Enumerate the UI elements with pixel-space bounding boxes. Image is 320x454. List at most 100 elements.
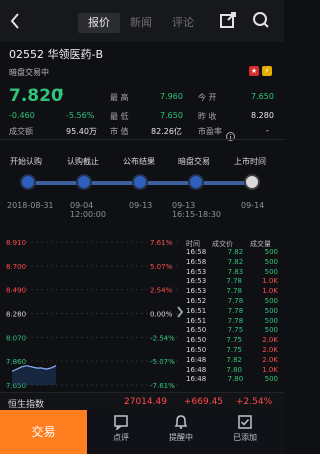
- trade-volume: 500: [264, 316, 278, 325]
- added-button[interactable]: 已添加: [222, 414, 268, 443]
- bell-icon: [173, 414, 189, 430]
- share-icon[interactable]: [219, 11, 237, 29]
- trade-list: 16:58 7.82 500 16:58 7.82 500 16:53 7.83 500 16:5…: [186, 248, 278, 388]
- trade-time: 16:50: [186, 326, 207, 335]
- trade-price: 7.75: [226, 336, 243, 345]
- ipo-step-dot-3: [134, 176, 146, 188]
- y-tick-label: 8.700: [6, 263, 26, 271]
- low-value: 7.650: [160, 111, 183, 120]
- low-label: 最 低: [110, 112, 129, 121]
- ipo-step-date-2: 09-04 12:00:00: [70, 201, 106, 219]
- market-cap-value: 82.26亿: [151, 127, 182, 136]
- trade-row: 16:48 7.80 1.0K: [186, 366, 278, 376]
- trade-price: 7.82: [227, 257, 244, 266]
- trade-price: 7.78: [227, 306, 244, 315]
- trade-row: 16:48 7.80 500: [186, 375, 278, 385]
- expand-chevron-icon[interactable]: [176, 304, 184, 318]
- pct-tick-label: 2.54%: [150, 287, 173, 295]
- ipo-step-label-2: 认购截止: [67, 157, 99, 166]
- y-tick-label: 8.490: [6, 287, 26, 295]
- pct-tick-label: 0.00%: [150, 311, 173, 319]
- trade-volume: 2.0K: [262, 346, 278, 354]
- comment-button[interactable]: 点评: [98, 414, 144, 443]
- trading-status: 暗盘交易中: [9, 68, 49, 77]
- trade-time: 16:58: [186, 248, 207, 256]
- y-tick-label: 8.280: [6, 311, 26, 319]
- intraday-chart[interactable]: 8.910 7.61% 8.700 5.07% 8.490 2.54% 8.280 0.00%…: [4, 236, 180, 391]
- price-change: -0.460: [9, 111, 35, 120]
- trade-price: 7.78: [227, 316, 244, 325]
- trade-volume: 500: [264, 297, 278, 305]
- trade-time: 16:48: [186, 365, 207, 374]
- trade-row: 16:50 7.75 2.0K: [186, 346, 278, 356]
- pct-tick-label: -2.54%: [150, 334, 175, 342]
- market-cap-label: 市 值: [110, 127, 129, 136]
- trade-volume: 500: [264, 375, 278, 384]
- trade-volume: 1.0K: [262, 277, 278, 286]
- last-price: 7.820: [9, 86, 63, 106]
- ipo-step-date-4: 09-13 16:15-18:30: [172, 201, 221, 219]
- trade-time: 16:50: [186, 346, 207, 354]
- reminder-button[interactable]: 提醒中: [158, 414, 204, 443]
- reminder-label: 提醒中: [169, 433, 193, 442]
- y-tick-label: 8.910: [6, 239, 26, 247]
- ipo-step-dot-4: [190, 176, 202, 188]
- trade-row: 16:50 7.75 2.0K: [186, 336, 278, 346]
- trade-time: 16:53: [186, 267, 207, 276]
- trade-row: 16:52 7.78 500: [186, 297, 278, 307]
- chart-svg: 8.910 7.61% 8.700 5.07% 8.490 2.54% 8.280 0.00%…: [6, 239, 178, 390]
- trade-price: 7.80: [227, 375, 244, 384]
- ipo-step-label-5: 上市时间: [234, 157, 266, 166]
- ipo-step-date-1: 2018-08-31: [7, 201, 54, 210]
- trade-button[interactable]: 交易: [0, 410, 87, 454]
- trade-time: 16:48: [186, 375, 207, 384]
- divider: [0, 139, 284, 140]
- ipo-step-date-3: 09-13: [129, 201, 153, 210]
- trade-row: 16:53 7.78 1.0K: [186, 277, 278, 287]
- down-arrow-icon: ⬇: [57, 88, 66, 99]
- pe-value: -: [266, 126, 269, 135]
- trade-row: 16:48 7.82 2.0K: [186, 356, 278, 366]
- comment-icon: [113, 414, 129, 432]
- hk-flag-badge: ★: [249, 66, 259, 76]
- trade-time: 16:50: [186, 336, 207, 345]
- chevron-left-icon[interactable]: [10, 12, 20, 30]
- trade-row: 16:58 7.82 500: [186, 258, 278, 268]
- trade-time: 16:53: [186, 287, 207, 296]
- trade-price: 7.82: [226, 355, 243, 364]
- topbar: 报价 新闻 评论: [0, 0, 284, 42]
- pe-label: 市盈率: [198, 127, 222, 136]
- y-tick-label: 8.070: [6, 334, 26, 342]
- tabs: 报价 新闻 评论: [78, 13, 204, 33]
- ipo-step-label-3: 公布结果: [123, 157, 155, 166]
- index-label: 恒生指数: [8, 400, 45, 410]
- pct-tick-label: -5.07%: [150, 358, 175, 366]
- check-box-icon: [237, 414, 253, 430]
- index-bar[interactable]: 恒生指数 27014.49 +669.45 +2.54%: [0, 392, 284, 411]
- y-tick-label: 7.860: [6, 358, 26, 366]
- open-label: 今 开: [198, 93, 217, 102]
- trade-volume: 500: [264, 306, 278, 315]
- index-value: 27014.49: [124, 397, 167, 407]
- trade-row: 16:51 7.78 500: [186, 307, 278, 317]
- trade-price: 7.75: [227, 326, 244, 335]
- trade-time: 16:48: [186, 355, 207, 364]
- trade-volume: 2.0K: [262, 355, 278, 364]
- search-icon[interactable]: [252, 11, 270, 29]
- trade-volume: 2.0K: [262, 336, 278, 345]
- tab-news[interactable]: 新闻: [120, 13, 162, 33]
- trade-price: 7.80: [226, 365, 243, 374]
- lightning-badge: ⚡: [262, 66, 272, 76]
- trade-price: 7.83: [227, 267, 244, 276]
- tab-quotes[interactable]: 报价: [78, 13, 120, 33]
- ipo-step-date-5: 09-14: [241, 201, 265, 210]
- info-icon[interactable]: [226, 126, 235, 141]
- turnover-value: 95.40万: [66, 127, 97, 136]
- turnover-label: 成交额: [9, 127, 33, 136]
- trade-time: 16:51: [186, 316, 207, 325]
- trade-time: 16:52: [186, 297, 207, 305]
- trade-price: 7.78: [227, 297, 244, 305]
- ipo-step-dot-5: [246, 176, 258, 188]
- tab-comments[interactable]: 评论: [162, 13, 204, 33]
- high-label: 最 高: [110, 93, 129, 102]
